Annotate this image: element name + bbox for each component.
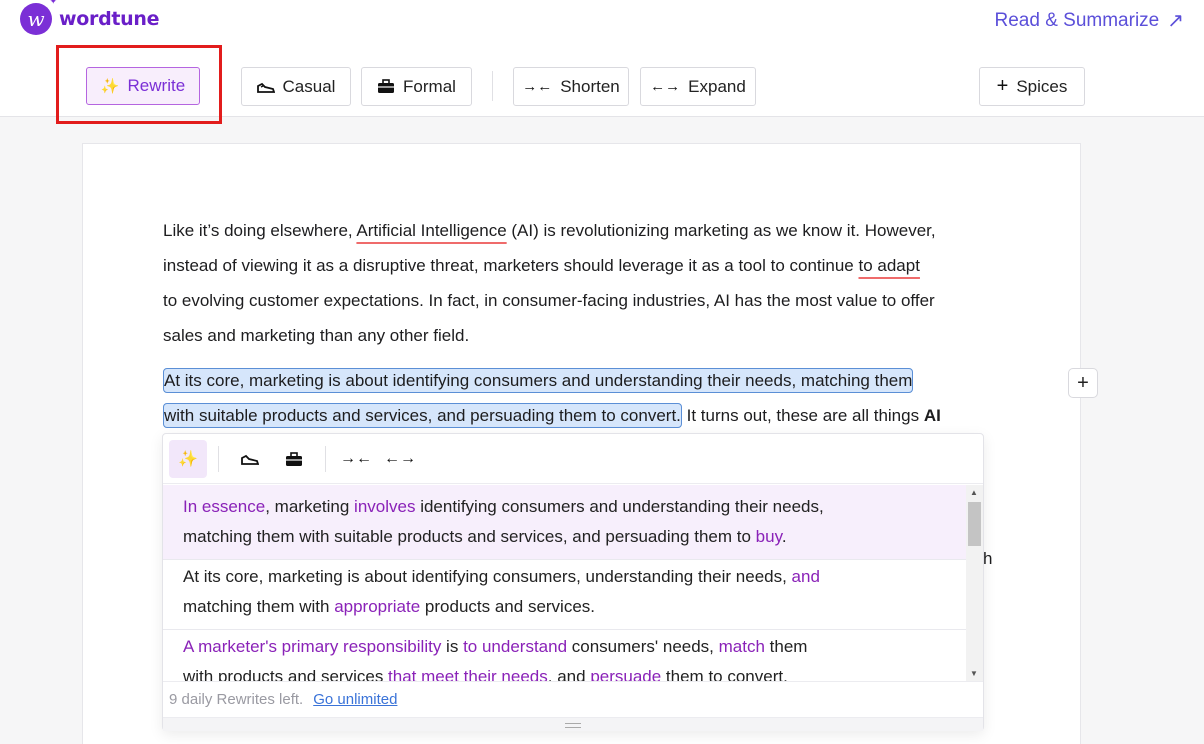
scroll-up-icon[interactable]: ▲ — [970, 488, 978, 497]
suggestion-line: matching them with suitable products and… — [183, 522, 946, 552]
suggestion-text: products and services. — [420, 597, 596, 616]
popup-shorten-button[interactable]: →← — [337, 440, 375, 478]
read-summarize-label: Read & Summarize — [994, 9, 1160, 31]
popup-casual-button[interactable] — [231, 440, 269, 478]
shorten-label: Shorten — [560, 76, 620, 96]
briefcase-icon — [286, 451, 302, 466]
compress-arrows-icon: →← — [522, 78, 553, 95]
suggestion-line: In essence, marketing involves identifyi… — [183, 492, 946, 522]
selected-text[interactable]: At its core, marketing is about identify… — [163, 368, 914, 393]
paragraph-2-line-1: At its core, marketing is about identify… — [163, 363, 1013, 398]
expand-label: Expand — [688, 76, 746, 96]
paragraph-1-line-1: Like it’s doing elsewhere, Artificial In… — [163, 221, 936, 240]
read-summarize-link[interactable]: Read & Summarize ↗ — [995, 8, 1185, 33]
popup-rewrite-button[interactable]: ✨ — [169, 440, 207, 478]
suggestion-text: matching them with — [183, 597, 335, 616]
suggestion-underline[interactable]: Artificial Intelligence — [356, 221, 506, 240]
scrollbar-thumb[interactable] — [968, 502, 981, 546]
suggestion-text: matching them with suitable products and… — [183, 527, 756, 546]
add-block-button[interactable]: + — [1068, 368, 1098, 398]
suggestion-item[interactable]: At its core, marketing is about identify… — [163, 555, 966, 630]
spices-button[interactable]: + Spices — [979, 67, 1085, 106]
suggestion-text: them to convert. — [661, 667, 788, 681]
suggestion-text: is — [441, 637, 464, 656]
suggestion-text: , marketing — [265, 497, 355, 516]
changed-text: buy — [755, 527, 782, 546]
suggestion-text: . — [781, 527, 787, 546]
suggestion-text: , and — [547, 667, 591, 681]
changed-text: match — [718, 637, 765, 656]
top-toolbar: w wordtune Read & Summarize ↗ ✨ Rewrite … — [0, 0, 1204, 124]
resize-grip[interactable] — [163, 717, 983, 731]
formal-button[interactable]: Formal — [361, 67, 472, 106]
changed-text: to understand — [463, 637, 568, 656]
suggestion-line: matching them with appropriate products … — [183, 592, 946, 622]
suggestion-text: with products and services — [183, 667, 389, 681]
changed-text: appropriate — [334, 597, 421, 616]
suggestion-line: with products and services that meet the… — [183, 662, 946, 681]
suggestion-underline[interactable]: to adapt — [859, 256, 920, 275]
casual-button[interactable]: Casual — [241, 67, 351, 106]
popup-divider — [218, 446, 219, 472]
paragraph-2-line-2: with suitable products and services, and… — [163, 398, 1013, 433]
suggestion-scrollbar[interactable]: ▲ ▼ — [966, 485, 983, 681]
expand-arrows-icon: ←→ — [650, 78, 681, 95]
rewrite-highlight-box — [56, 45, 222, 124]
wordtune-logo-icon: w — [20, 0, 57, 35]
hidden-text-fragment: h — [983, 549, 993, 568]
toolbar-divider — [492, 71, 493, 101]
plus-icon: + — [1077, 371, 1089, 394]
popup-toolbar: ✨ →← ←→ — [163, 434, 983, 484]
changed-text: persuade — [590, 667, 662, 681]
app-name: wordtune — [59, 8, 160, 30]
suggestion-text: them — [764, 637, 808, 656]
changed-text: involves — [354, 497, 416, 516]
compress-arrows-icon: →← — [340, 450, 372, 467]
paragraph-2[interactable]: At its core, marketing is about identify… — [163, 363, 1013, 433]
popup-divider — [325, 446, 326, 472]
suggestion-item[interactable]: In essence, marketing involves identifyi… — [163, 485, 966, 560]
formal-label: Formal — [403, 76, 456, 96]
popup-expand-button[interactable]: ←→ — [381, 440, 419, 478]
scroll-down-icon[interactable]: ▼ — [970, 669, 978, 678]
changed-text: In essence — [183, 497, 266, 516]
sneaker-icon — [241, 454, 259, 465]
sparkle-icon: ✨ — [178, 451, 198, 468]
plus-icon: + — [996, 75, 1009, 97]
suggestion-line: At its core, marketing is about identify… — [183, 562, 946, 592]
paragraph-1-line-4: sales and marketing than any other field… — [163, 326, 470, 345]
paragraph-1-line-3: to evolving customer expectations. In fa… — [163, 291, 935, 310]
external-arrow-icon: ↗ — [1167, 10, 1184, 32]
suggestion-list: In essence, marketing involves identifyi… — [163, 485, 966, 681]
sneaker-icon — [256, 82, 275, 93]
suggestion-text: At its core, marketing is about identify… — [183, 567, 792, 586]
suggestion-line: A marketer's primary responsibility is t… — [183, 632, 946, 662]
selected-text[interactable]: with suitable products and services, and… — [163, 403, 682, 428]
paragraph-1-line-2: instead of viewing it as a disruptive th… — [163, 256, 920, 275]
paragraph-1[interactable]: Like it’s doing elsewhere, Artificial In… — [163, 213, 1013, 353]
changed-text: and — [791, 567, 820, 586]
go-unlimited-link[interactable]: Go unlimited — [313, 691, 397, 708]
popup-footer: 9 daily Rewrites left. Go unlimited — [163, 681, 983, 717]
changed-text: that meet their needs — [388, 667, 548, 681]
rewrites-left-note: 9 daily Rewrites left. — [169, 691, 304, 708]
rewrite-popup: ✨ →← ←→ In essence, marketing involves i… — [162, 433, 984, 731]
suggestion-text: identifying consumers and understanding … — [415, 497, 824, 516]
expand-button[interactable]: ←→ Expand — [640, 67, 756, 106]
briefcase-icon — [378, 79, 395, 93]
suggestion-item[interactable]: A marketer's primary responsibility is t… — [163, 625, 966, 681]
expand-arrows-icon: ←→ — [384, 450, 416, 467]
popup-formal-button[interactable] — [275, 440, 313, 478]
changed-text: A marketer's primary responsibility — [183, 637, 442, 656]
shorten-button[interactable]: →← Shorten — [513, 67, 629, 106]
casual-label: Casual — [282, 76, 336, 96]
suggestion-text: consumers' needs, — [567, 637, 719, 656]
spices-label: Spices — [1016, 76, 1068, 96]
wordtune-logo[interactable]: w wordtune — [20, 0, 160, 35]
